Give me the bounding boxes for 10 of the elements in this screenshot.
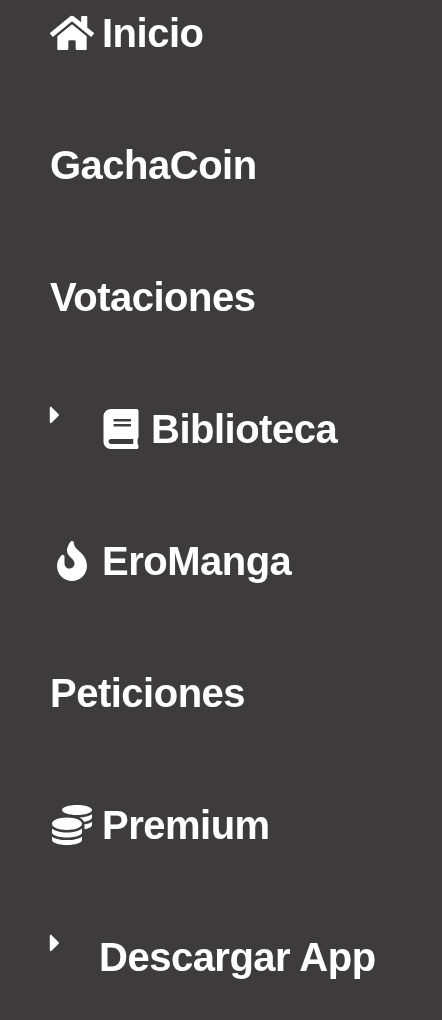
home-icon [50,13,94,53]
coins-icon [50,805,94,845]
menu-item[interactable]: Votaciones [50,267,256,327]
menu-item[interactable]: Premium [50,795,270,855]
menu-item[interactable]: Peticiones [50,663,246,723]
menu-item[interactable]: Inicio [50,3,204,63]
menu-item[interactable]: Biblioteca [50,399,338,459]
menu-item[interactable]: EroManga [50,531,292,591]
menu-item[interactable]: GachaCoin [50,135,257,195]
menu-item[interactable]: Descargar App [50,927,376,987]
